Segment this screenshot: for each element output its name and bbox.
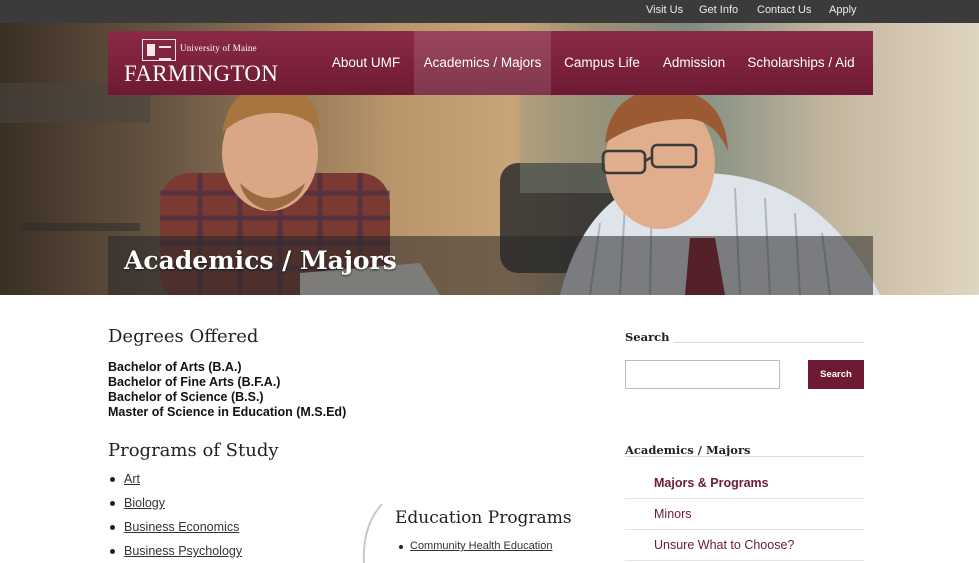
search-heading: Search	[625, 330, 670, 344]
sidebar-item-label: Unsure What to Choose?	[654, 538, 795, 552]
visit-us-link[interactable]: Visit Us	[646, 4, 683, 16]
list-bullet	[399, 545, 403, 549]
umf-logo[interactable]: University of Maine FARMINGTON	[124, 39, 289, 87]
hero-banner: University of Maine FARMINGTON About UMF…	[0, 23, 979, 295]
decorative-curve	[362, 504, 383, 563]
education-programs-heading: Education Programs	[395, 508, 572, 528]
search-button[interactable]: Search	[808, 360, 864, 389]
apply-link[interactable]: Apply	[829, 4, 857, 16]
search-input[interactable]	[625, 360, 780, 389]
degree-item: Bachelor of Fine Arts (B.F.A.)	[108, 375, 281, 389]
page-title: Academics / Majors	[124, 246, 397, 275]
contact-us-link[interactable]: Contact Us	[757, 4, 811, 16]
divider	[674, 342, 864, 343]
sidebar-item-label: Majors & Programs	[654, 476, 769, 490]
nav-admission[interactable]: Admission	[653, 31, 735, 95]
hero-title-band: Academics / Majors	[108, 236, 873, 295]
university-crest-icon	[142, 39, 176, 61]
nav-scholarships-aid[interactable]: Scholarships / Aid	[740, 31, 862, 95]
list-bullet	[110, 549, 115, 554]
utility-bar: Visit Us Get Info Contact Us Apply	[0, 0, 979, 23]
edu-link-community-health[interactable]: Community Health Education	[410, 540, 552, 552]
sidebar-item-majors-programs[interactable]: Majors & Programs	[625, 468, 864, 499]
get-info-link[interactable]: Get Info	[699, 4, 738, 16]
divider	[625, 456, 864, 457]
sidebar-item-minors[interactable]: Minors	[625, 499, 864, 530]
sidebar-item-unsure[interactable]: Unsure What to Choose?	[625, 530, 864, 561]
logo-farmington-line: FARMINGTON	[124, 61, 279, 86]
programs-heading: Programs of Study	[108, 440, 279, 461]
main-nav: University of Maine FARMINGTON About UMF…	[108, 31, 873, 95]
sidebar-item-label: Minors	[654, 507, 692, 521]
nav-campus-life[interactable]: Campus Life	[555, 31, 649, 95]
list-bullet	[110, 477, 115, 482]
program-link-biology[interactable]: Biology	[124, 496, 165, 510]
program-link-business-economics[interactable]: Business Economics	[124, 520, 239, 534]
degree-item: Bachelor of Arts (B.A.)	[108, 360, 242, 374]
list-bullet	[110, 501, 115, 506]
section-nav-heading: Academics / Majors	[625, 443, 751, 457]
degree-item: Master of Science in Education (M.S.Ed)	[108, 405, 347, 419]
program-link-art[interactable]: Art	[124, 472, 140, 486]
nav-about-umf[interactable]: About UMF	[327, 31, 405, 95]
degree-item: Bachelor of Science (B.S.)	[108, 390, 264, 404]
logo-university-line: University of Maine	[180, 43, 257, 53]
nav-academics-majors[interactable]: Academics / Majors	[414, 31, 551, 95]
list-bullet	[110, 525, 115, 530]
degrees-heading: Degrees Offered	[108, 326, 259, 347]
program-link-business-psychology[interactable]: Business Psychology	[124, 544, 242, 558]
